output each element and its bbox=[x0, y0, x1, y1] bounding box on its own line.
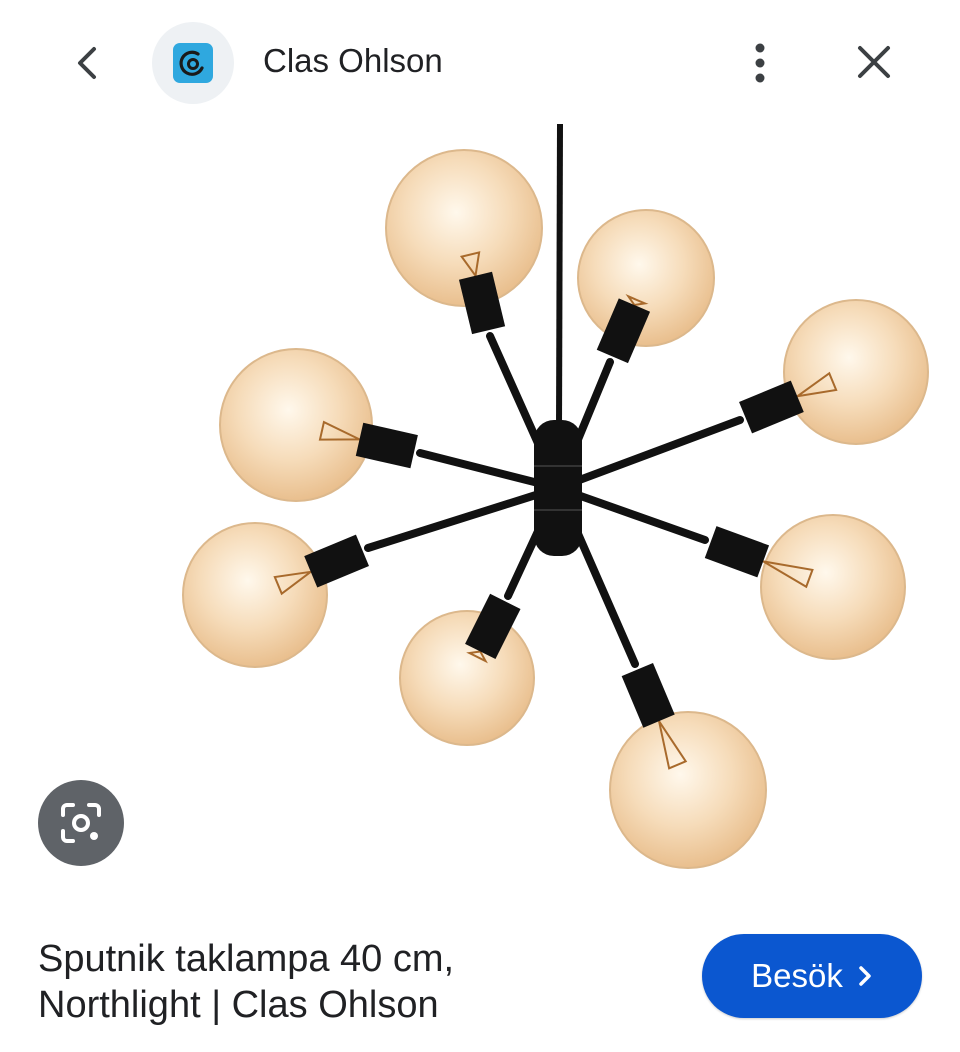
visit-button[interactable]: Besök bbox=[702, 934, 922, 1018]
lamp-socket bbox=[739, 380, 804, 434]
bulb bbox=[219, 348, 373, 502]
lamp-socket bbox=[304, 534, 369, 588]
close-icon bbox=[858, 46, 890, 78]
visit-button-label: Besök bbox=[751, 957, 843, 994]
bulb bbox=[399, 610, 535, 746]
bulb bbox=[609, 711, 767, 869]
lamp-socket bbox=[704, 526, 770, 578]
bulb bbox=[182, 522, 328, 668]
product-image[interactable] bbox=[0, 112, 960, 882]
bulb bbox=[783, 299, 929, 445]
result-title[interactable]: Sputnik taklampa 40 cm, Northlight | Cla… bbox=[38, 936, 658, 1028]
close-button[interactable] bbox=[844, 32, 904, 92]
chevron-left-icon bbox=[78, 47, 96, 79]
bulb bbox=[577, 209, 715, 347]
result-title-line1: Sputnik taklampa 40 cm, bbox=[38, 938, 455, 980]
lamp-socket bbox=[596, 298, 651, 364]
top-app-bar: Clas Ohlson bbox=[0, 0, 960, 124]
lamp-socket bbox=[465, 593, 521, 660]
site-name: Clas Ohlson bbox=[263, 42, 443, 79]
lamp-hub bbox=[534, 420, 582, 556]
bulb bbox=[760, 514, 906, 660]
more-vert-icon bbox=[755, 43, 765, 83]
chevron-right-icon bbox=[859, 966, 871, 986]
lamp-socket bbox=[355, 422, 418, 469]
site-favicon bbox=[152, 22, 234, 104]
back-button[interactable] bbox=[58, 34, 116, 92]
lens-search-button[interactable] bbox=[38, 780, 124, 866]
result-title-line2: Northlight | Clas Ohlson bbox=[38, 984, 439, 1026]
lamp-socket bbox=[621, 662, 675, 728]
google-lens-icon bbox=[61, 803, 101, 843]
lamp-socket bbox=[458, 271, 506, 335]
more-options-button[interactable] bbox=[734, 34, 786, 92]
clas-ohlson-logo bbox=[173, 43, 213, 83]
